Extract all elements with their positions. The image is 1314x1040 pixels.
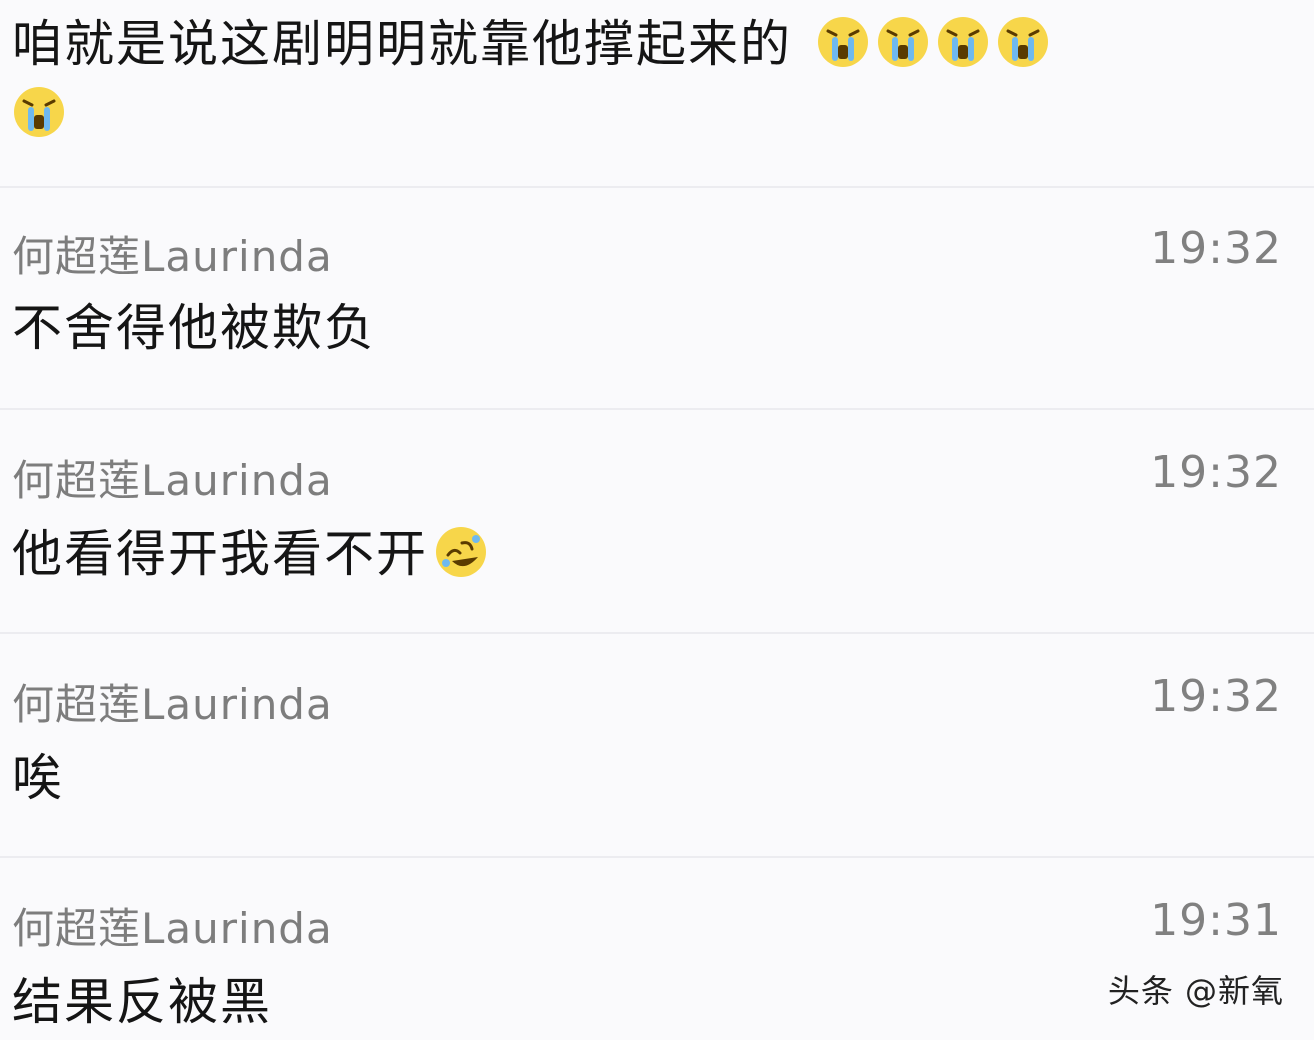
crying-face-icon xyxy=(816,15,870,69)
message-text: 唉 xyxy=(12,749,64,807)
watermark: 头条 @新氧 xyxy=(1107,972,1284,1010)
message-timestamp: 19:32 xyxy=(1150,447,1282,498)
crying-face-icon xyxy=(996,15,1050,69)
message-timestamp: 19:32 xyxy=(1150,671,1282,722)
message-text: 他看得开我看不开 xyxy=(12,524,488,584)
message-timestamp: 19:31 xyxy=(1150,895,1282,946)
crying-face-icon xyxy=(876,15,930,69)
crying-face-icon xyxy=(12,85,66,139)
message-timestamp: 19:32 xyxy=(1150,223,1282,274)
message-author[interactable]: 何超莲Laurinda xyxy=(12,232,333,282)
message-item: 何超莲Laurinda 19:32 他看得开我看不开 xyxy=(0,410,1314,632)
message-author[interactable]: 何超莲Laurinda xyxy=(12,456,333,506)
message-item: 何超莲Laurinda 19:31 结果反被黑 xyxy=(0,858,1314,1040)
message-text: 不舍得他被欺负 xyxy=(12,299,376,357)
message-text-continued xyxy=(12,84,66,144)
crying-face-icon xyxy=(936,15,990,69)
message-item: 何超莲Laurinda 19:32 唉 xyxy=(0,634,1314,856)
message-text: 结果反被黑 xyxy=(12,973,272,1031)
message-text-body: 他看得开我看不开 xyxy=(12,525,428,583)
message-author[interactable]: 何超莲Laurinda xyxy=(12,680,333,730)
message-text-body: 咱就是说这剧明明就靠他撑起来的 xyxy=(12,15,792,73)
message-text: 咱就是说这剧明明就靠他撑起来的 xyxy=(12,14,1050,74)
message-item: 咱就是说这剧明明就靠他撑起来的 xyxy=(0,0,1314,186)
rolling-laughing-face-icon xyxy=(434,525,488,579)
message-item: 何超莲Laurinda 19:32 不舍得他被欺负 xyxy=(0,188,1314,408)
message-author[interactable]: 何超莲Laurinda xyxy=(12,904,333,954)
